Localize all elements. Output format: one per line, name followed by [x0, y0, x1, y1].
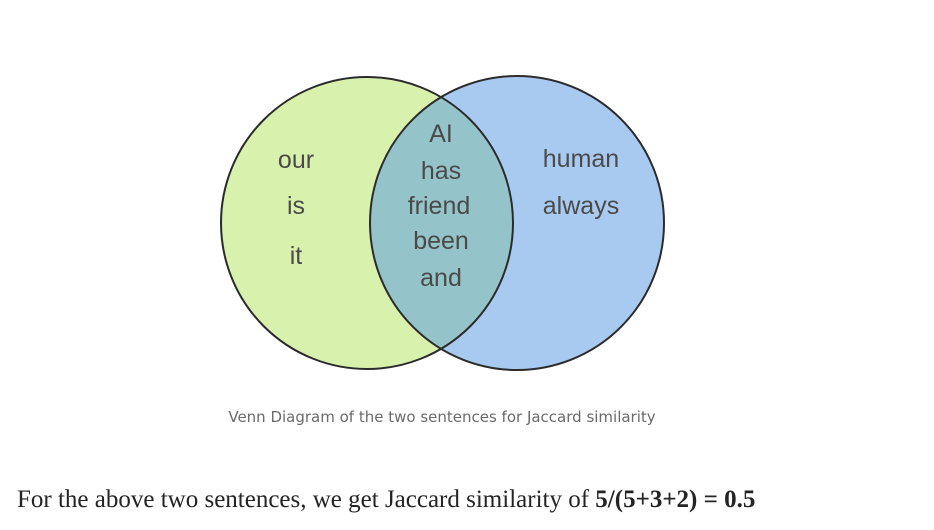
intersection-word: friend — [408, 192, 471, 220]
left-word: our — [278, 146, 314, 174]
figure-caption: Venn Diagram of the two sentences for Ja… — [228, 408, 656, 426]
intersection-word: been — [413, 227, 469, 255]
venn-diagram: our is it AI has friend been and human a… — [220, 75, 665, 371]
left-word: it — [290, 242, 303, 270]
intersection-word: and — [420, 264, 462, 292]
right-word: human — [543, 145, 619, 173]
jaccard-sentence: For the above two sentences, we get Jacc… — [17, 486, 755, 514]
jaccard-formula: 5/(5+3+2) = 0.5 — [595, 486, 756, 513]
sentence-text: For the above two sentences, we get Jacc… — [17, 486, 596, 513]
left-word: is — [287, 192, 305, 220]
intersection-word: AI — [429, 120, 453, 148]
intersection-word: has — [421, 157, 461, 185]
right-word: always — [543, 192, 619, 220]
